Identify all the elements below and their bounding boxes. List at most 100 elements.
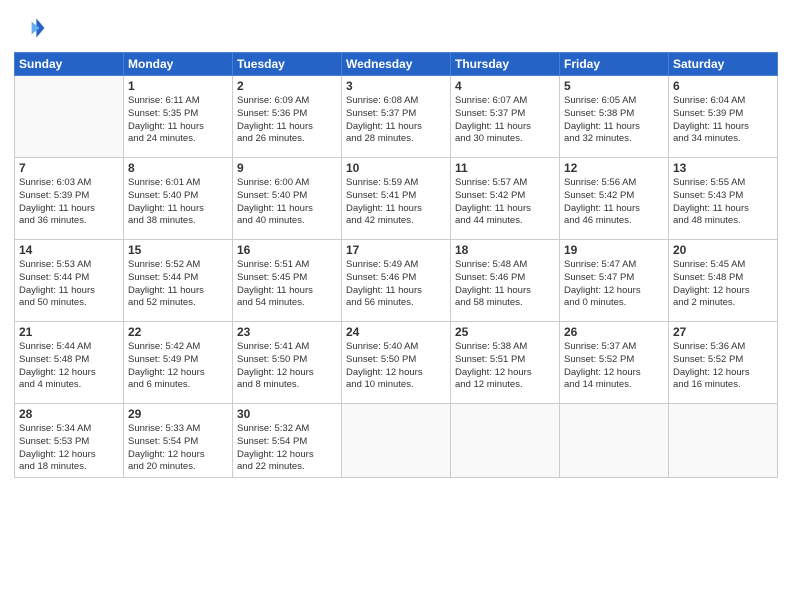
day-info: Sunrise: 5:57 AMSunset: 5:42 PMDaylight:… [455, 177, 555, 228]
day-number: 11 [455, 161, 555, 175]
day-info: Sunrise: 5:36 AMSunset: 5:52 PMDaylight:… [673, 341, 773, 392]
day-info: Sunrise: 5:47 AMSunset: 5:47 PMDaylight:… [564, 259, 664, 310]
week-row-5: 28 Sunrise: 5:34 AMSunset: 5:53 PMDayligh… [15, 404, 778, 478]
day-number: 4 [455, 79, 555, 93]
day-number: 3 [346, 79, 446, 93]
day-number: 23 [237, 325, 337, 339]
calendar-table: SundayMondayTuesdayWednesdayThursdayFrid… [14, 52, 778, 478]
day-info: Sunrise: 5:55 AMSunset: 5:43 PMDaylight:… [673, 177, 773, 228]
day-info: Sunrise: 5:41 AMSunset: 5:50 PMDaylight:… [237, 341, 337, 392]
calendar-cell: 28 Sunrise: 5:34 AMSunset: 5:53 PMDayligh… [15, 404, 124, 478]
calendar-cell: 27 Sunrise: 5:36 AMSunset: 5:52 PMDayligh… [669, 322, 778, 404]
day-number: 2 [237, 79, 337, 93]
day-number: 6 [673, 79, 773, 93]
weekday-header-friday: Friday [560, 53, 669, 76]
day-info: Sunrise: 5:45 AMSunset: 5:48 PMDaylight:… [673, 259, 773, 310]
calendar-cell: 24 Sunrise: 5:40 AMSunset: 5:50 PMDayligh… [342, 322, 451, 404]
day-number: 28 [19, 407, 119, 421]
calendar-cell: 16 Sunrise: 5:51 AMSunset: 5:45 PMDayligh… [233, 240, 342, 322]
day-info: Sunrise: 5:59 AMSunset: 5:41 PMDaylight:… [346, 177, 446, 228]
weekday-header-sunday: Sunday [15, 53, 124, 76]
calendar-cell: 17 Sunrise: 5:49 AMSunset: 5:46 PMDayligh… [342, 240, 451, 322]
day-info: Sunrise: 5:53 AMSunset: 5:44 PMDaylight:… [19, 259, 119, 310]
day-info: Sunrise: 5:48 AMSunset: 5:46 PMDaylight:… [455, 259, 555, 310]
day-info: Sunrise: 5:51 AMSunset: 5:45 PMDaylight:… [237, 259, 337, 310]
weekday-header-thursday: Thursday [451, 53, 560, 76]
week-row-3: 14Sunrise: 5:53 AMSunset: 5:44 PMDayligh… [15, 240, 778, 322]
calendar-cell: 6Sunrise: 6:04 AMSunset: 5:39 PMDaylight… [669, 76, 778, 158]
calendar-cell: 12 Sunrise: 5:56 AMSunset: 5:42 PMDayligh… [560, 158, 669, 240]
day-number: 5 [564, 79, 664, 93]
weekday-header-saturday: Saturday [669, 53, 778, 76]
day-info: Sunrise: 6:08 AMSunset: 5:37 PMDaylight:… [346, 95, 446, 146]
day-info: Sunrise: 6:05 AMSunset: 5:38 PMDaylight:… [564, 95, 664, 146]
day-info: Sunrise: 6:00 AMSunset: 5:40 PMDaylight:… [237, 177, 337, 228]
logo [14, 12, 50, 44]
day-info: Sunrise: 5:33 AMSunset: 5:54 PMDaylight:… [128, 423, 228, 474]
day-number: 20 [673, 243, 773, 257]
logo-icon [14, 12, 46, 44]
calendar-cell: 15 Sunrise: 5:52 AMSunset: 5:44 PMDayligh… [124, 240, 233, 322]
calendar-cell: 4 Sunrise: 6:07 AMSunset: 5:37 PMDaylight… [451, 76, 560, 158]
weekday-header-row: SundayMondayTuesdayWednesdayThursdayFrid… [15, 53, 778, 76]
day-info: Sunrise: 5:37 AMSunset: 5:52 PMDaylight:… [564, 341, 664, 392]
day-info: Sunrise: 5:44 AMSunset: 5:48 PMDaylight:… [19, 341, 119, 392]
calendar-cell: 8Sunrise: 6:01 AMSunset: 5:40 PMDaylight… [124, 158, 233, 240]
header [14, 12, 778, 44]
calendar-cell: 26 Sunrise: 5:37 AMSunset: 5:52 PMDayligh… [560, 322, 669, 404]
day-number: 15 [128, 243, 228, 257]
calendar-cell [560, 404, 669, 478]
day-number: 29 [128, 407, 228, 421]
day-info: Sunrise: 5:56 AMSunset: 5:42 PMDaylight:… [564, 177, 664, 228]
calendar-cell: 3 Sunrise: 6:08 AMSunset: 5:37 PMDaylight… [342, 76, 451, 158]
day-info: Sunrise: 6:03 AMSunset: 5:39 PMDaylight:… [19, 177, 119, 228]
calendar-cell: 18 Sunrise: 5:48 AMSunset: 5:46 PMDayligh… [451, 240, 560, 322]
day-info: Sunrise: 6:01 AMSunset: 5:40 PMDaylight:… [128, 177, 228, 228]
day-number: 21 [19, 325, 119, 339]
day-number: 26 [564, 325, 664, 339]
day-number: 24 [346, 325, 446, 339]
weekday-header-monday: Monday [124, 53, 233, 76]
day-number: 25 [455, 325, 555, 339]
day-info: Sunrise: 6:07 AMSunset: 5:37 PMDaylight:… [455, 95, 555, 146]
calendar-cell [669, 404, 778, 478]
day-info: Sunrise: 5:40 AMSunset: 5:50 PMDaylight:… [346, 341, 446, 392]
day-info: Sunrise: 5:32 AMSunset: 5:54 PMDaylight:… [237, 423, 337, 474]
calendar-cell: 7Sunrise: 6:03 AMSunset: 5:39 PMDaylight… [15, 158, 124, 240]
calendar-cell: 19 Sunrise: 5:47 AMSunset: 5:47 PMDayligh… [560, 240, 669, 322]
calendar-cell: 29 Sunrise: 5:33 AMSunset: 5:54 PMDayligh… [124, 404, 233, 478]
day-number: 19 [564, 243, 664, 257]
calendar-cell [451, 404, 560, 478]
day-number: 27 [673, 325, 773, 339]
week-row-1: 1 Sunrise: 6:11 AMSunset: 5:35 PMDaylight… [15, 76, 778, 158]
day-number: 12 [564, 161, 664, 175]
day-number: 30 [237, 407, 337, 421]
day-info: Sunrise: 5:52 AMSunset: 5:44 PMDaylight:… [128, 259, 228, 310]
calendar-cell: 30 Sunrise: 5:32 AMSunset: 5:54 PMDayligh… [233, 404, 342, 478]
calendar-cell: 20 Sunrise: 5:45 AMSunset: 5:48 PMDayligh… [669, 240, 778, 322]
day-info: Sunrise: 6:11 AMSunset: 5:35 PMDaylight:… [128, 95, 228, 146]
calendar-cell: 21 Sunrise: 5:44 AMSunset: 5:48 PMDayligh… [15, 322, 124, 404]
day-info: Sunrise: 5:49 AMSunset: 5:46 PMDaylight:… [346, 259, 446, 310]
calendar-cell: 23 Sunrise: 5:41 AMSunset: 5:50 PMDayligh… [233, 322, 342, 404]
day-number: 13 [673, 161, 773, 175]
calendar-cell: 25 Sunrise: 5:38 AMSunset: 5:51 PMDayligh… [451, 322, 560, 404]
calendar-cell: 5 Sunrise: 6:05 AMSunset: 5:38 PMDaylight… [560, 76, 669, 158]
day-info: Sunrise: 6:09 AMSunset: 5:36 PMDaylight:… [237, 95, 337, 146]
calendar-cell [15, 76, 124, 158]
day-number: 10 [346, 161, 446, 175]
page-container: SundayMondayTuesdayWednesdayThursdayFrid… [0, 0, 792, 612]
day-info: Sunrise: 5:34 AMSunset: 5:53 PMDaylight:… [19, 423, 119, 474]
day-number: 22 [128, 325, 228, 339]
day-info: Sunrise: 5:38 AMSunset: 5:51 PMDaylight:… [455, 341, 555, 392]
calendar-cell: 2 Sunrise: 6:09 AMSunset: 5:36 PMDaylight… [233, 76, 342, 158]
calendar-cell: 1 Sunrise: 6:11 AMSunset: 5:35 PMDaylight… [124, 76, 233, 158]
day-number: 17 [346, 243, 446, 257]
weekday-header-wednesday: Wednesday [342, 53, 451, 76]
day-number: 16 [237, 243, 337, 257]
calendar-cell: 10 Sunrise: 5:59 AMSunset: 5:41 PMDayligh… [342, 158, 451, 240]
day-number: 18 [455, 243, 555, 257]
calendar-cell [342, 404, 451, 478]
week-row-2: 7Sunrise: 6:03 AMSunset: 5:39 PMDaylight… [15, 158, 778, 240]
day-number: 1 [128, 79, 228, 93]
